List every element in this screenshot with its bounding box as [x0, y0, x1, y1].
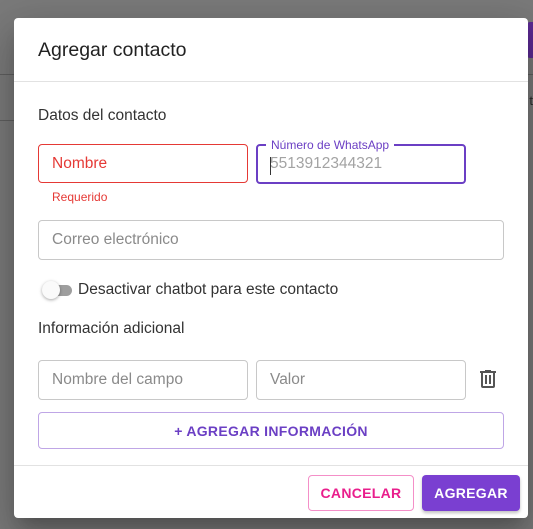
add-info-button[interactable]: + AGREGAR INFORMACIÓN	[38, 412, 504, 449]
extra-field-name[interactable]	[38, 360, 248, 400]
dialog-header: Agregar contacto	[14, 18, 528, 82]
dialog-title: Agregar contacto	[38, 39, 187, 61]
extra-field-name-input[interactable]	[39, 361, 247, 399]
email-input[interactable]	[39, 221, 503, 259]
trash-icon[interactable]	[476, 367, 500, 391]
background-divider	[0, 120, 14, 121]
contact-section-label: Datos del contacto	[38, 107, 167, 124]
email-field[interactable]	[38, 220, 504, 260]
name-error-text: Requerido	[52, 190, 108, 204]
dialog-footer: CANCELAR AGREGAR	[14, 465, 528, 518]
additional-info-section-label: Información adicional	[38, 320, 185, 337]
whatsapp-field[interactable]: Número de WhatsApp	[256, 137, 466, 184]
extra-field-value-input[interactable]	[257, 361, 465, 399]
add-contact-dialog: Agregar contacto Datos del contacto Requ…	[14, 18, 528, 518]
cancel-button[interactable]: CANCELAR	[308, 475, 414, 511]
whatsapp-input[interactable]	[258, 146, 464, 182]
background-divider	[528, 74, 533, 75]
text-cursor	[270, 157, 271, 175]
name-field[interactable]	[38, 144, 248, 183]
chatbot-toggle-label: Desactivar chatbot para este contacto	[78, 281, 339, 298]
submit-button[interactable]: AGREGAR	[422, 475, 520, 511]
extra-field-value[interactable]	[256, 360, 466, 400]
background-app-text: t	[529, 93, 533, 108]
name-input[interactable]	[39, 145, 247, 182]
background-divider	[0, 74, 14, 75]
toggle-thumb	[42, 281, 60, 299]
chatbot-toggle[interactable]	[42, 281, 74, 299]
